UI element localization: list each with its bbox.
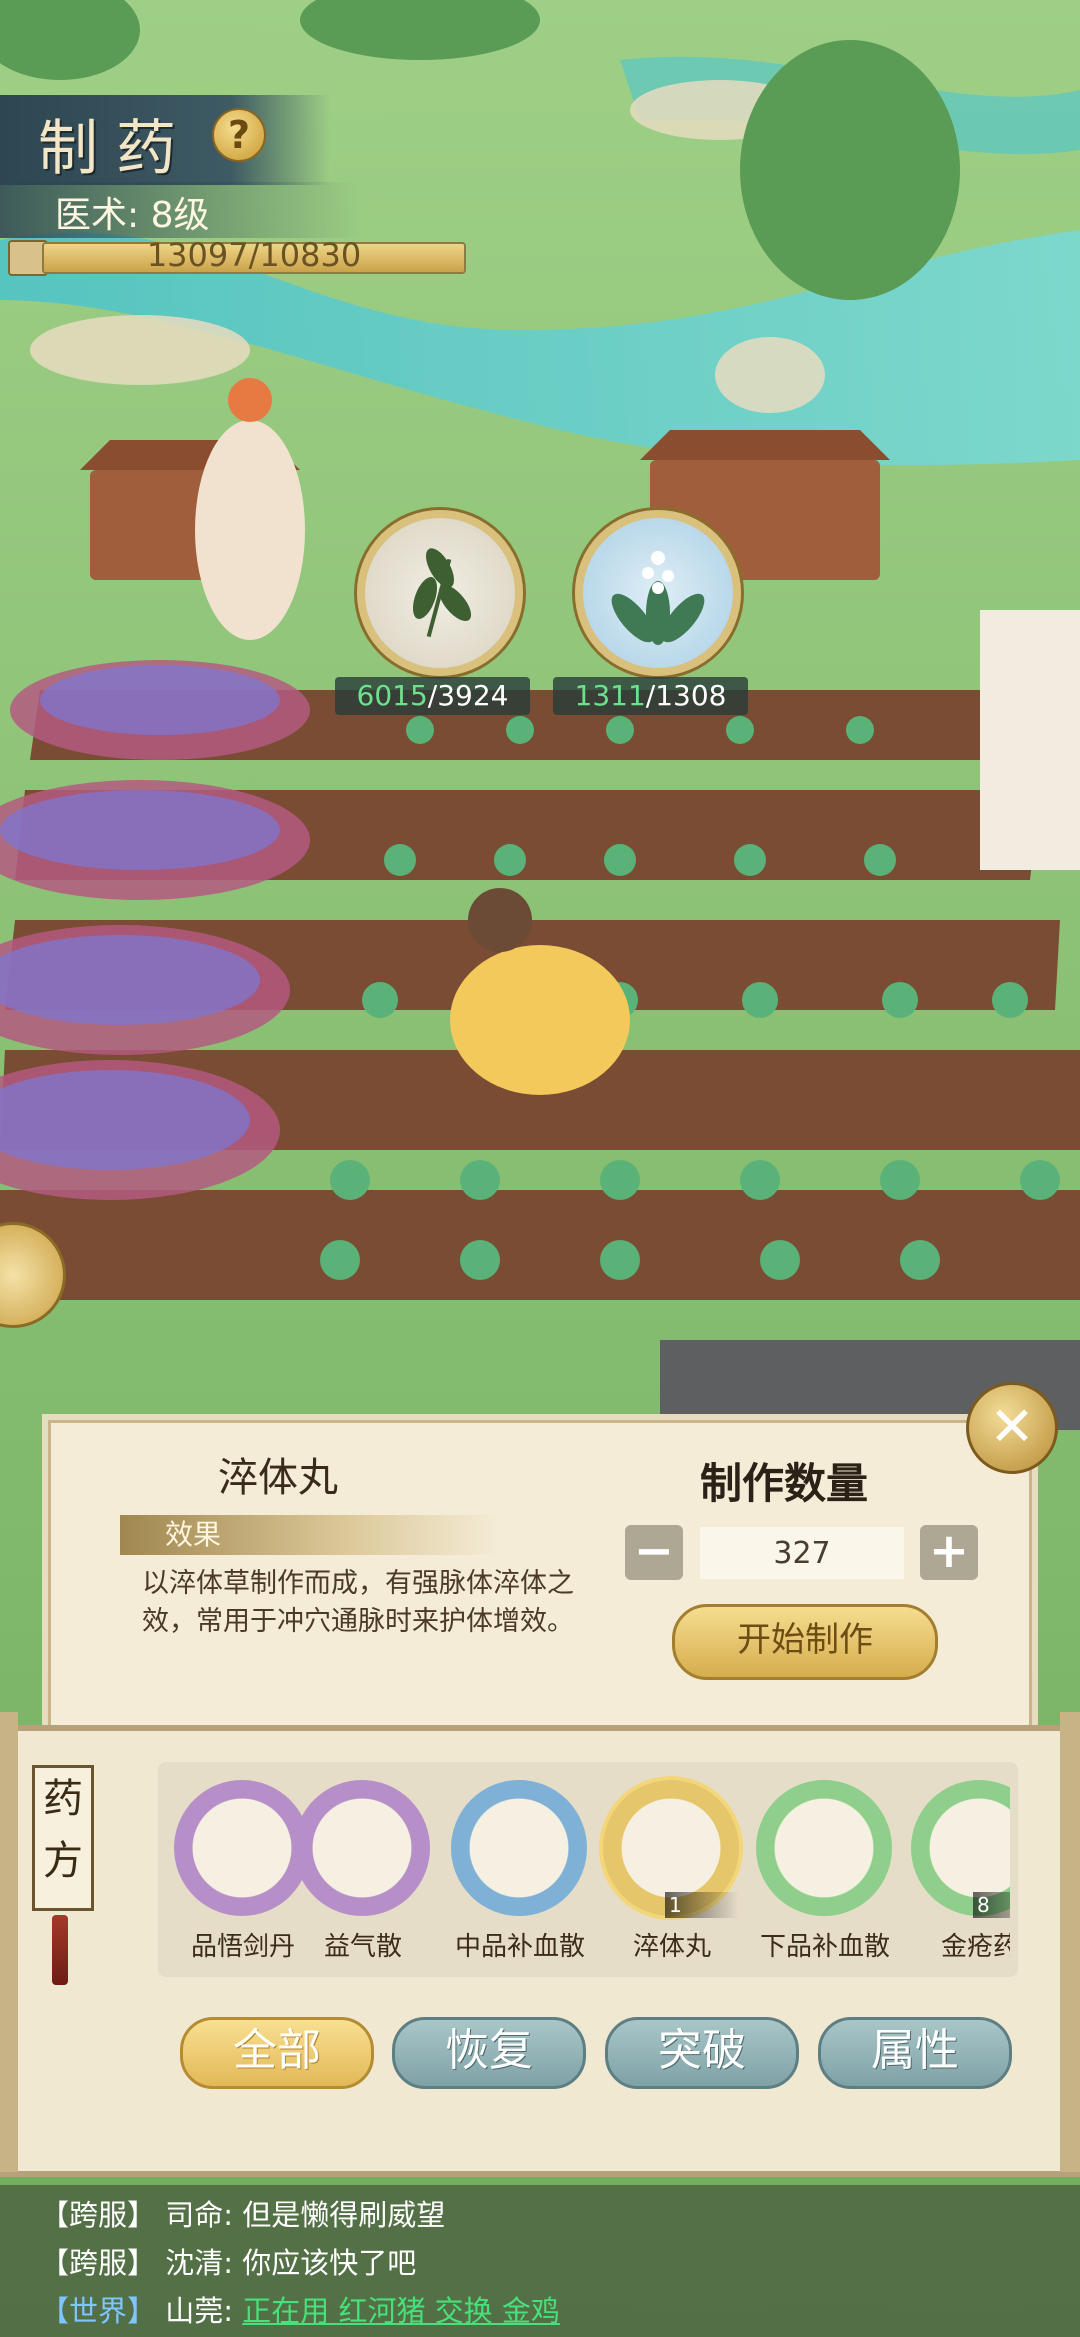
tab-recovery[interactable]: 恢复 (392, 2017, 586, 2089)
chat-message: 但是懒得刷威望 (242, 2198, 446, 2232)
powder-paper-icon (756, 1780, 892, 1916)
recipe-item[interactable]: 益气散 (288, 1780, 438, 1980)
powder-paper-icon (451, 1780, 587, 1916)
chat-channel: 【跨服】 (40, 2198, 157, 2232)
chat-channel: 【跨服】 (40, 2246, 157, 2280)
recipe-item[interactable]: 8 金疮药 (905, 1780, 1010, 1980)
chat-sender: 沈清: (165, 2246, 234, 2280)
chat-sender: 司命: (165, 2198, 234, 2232)
chat-channel: 【世界】 (40, 2294, 157, 2328)
chat-sender: 山莞: (165, 2294, 234, 2328)
recipe-item[interactable]: 1 淬体丸 (597, 1780, 747, 1980)
tab-breakthrough[interactable]: 突破 (605, 2017, 799, 2089)
chat-line: 【跨服】 司命: 但是懒得刷威望 (40, 2192, 445, 2234)
recipe-label: 中品补血散 (454, 1932, 585, 1962)
chat-trade-link[interactable]: 正在用 红河猪 交换 金鸡 (242, 2294, 560, 2328)
chat-line: 【世界】 山莞: 正在用 红河猪 交换 金鸡 (40, 2288, 560, 2330)
recipe-count: 1 (665, 1892, 739, 1918)
shelf-frame-left (0, 1712, 18, 2172)
recipe-label: 下品补血散 (759, 1932, 890, 1962)
tab-attributes[interactable]: 属性 (818, 2017, 1012, 2089)
chat-line: 【跨服】 沈清: 你应该快了吧 (40, 2240, 416, 2282)
chat-message: 你应该快了吧 (242, 2246, 417, 2280)
recipe-label: 金疮药 (940, 1932, 1010, 1962)
recipe-item[interactable]: 下品补血散 (750, 1780, 900, 1980)
tassel-decoration (52, 1915, 68, 1985)
recipe-label: 益气散 (323, 1932, 402, 1962)
recipe-label: 淬体丸 (632, 1932, 711, 1962)
recipe-tag: 药方 (32, 1765, 94, 1911)
recipe-item[interactable]: 中品补血散 (445, 1780, 595, 1980)
vase-icon (294, 1780, 430, 1916)
recipe-count: 8 (973, 1892, 1010, 1918)
shelf-frame-right (1060, 1712, 1080, 2172)
tab-all[interactable]: 全部 (180, 2017, 374, 2089)
